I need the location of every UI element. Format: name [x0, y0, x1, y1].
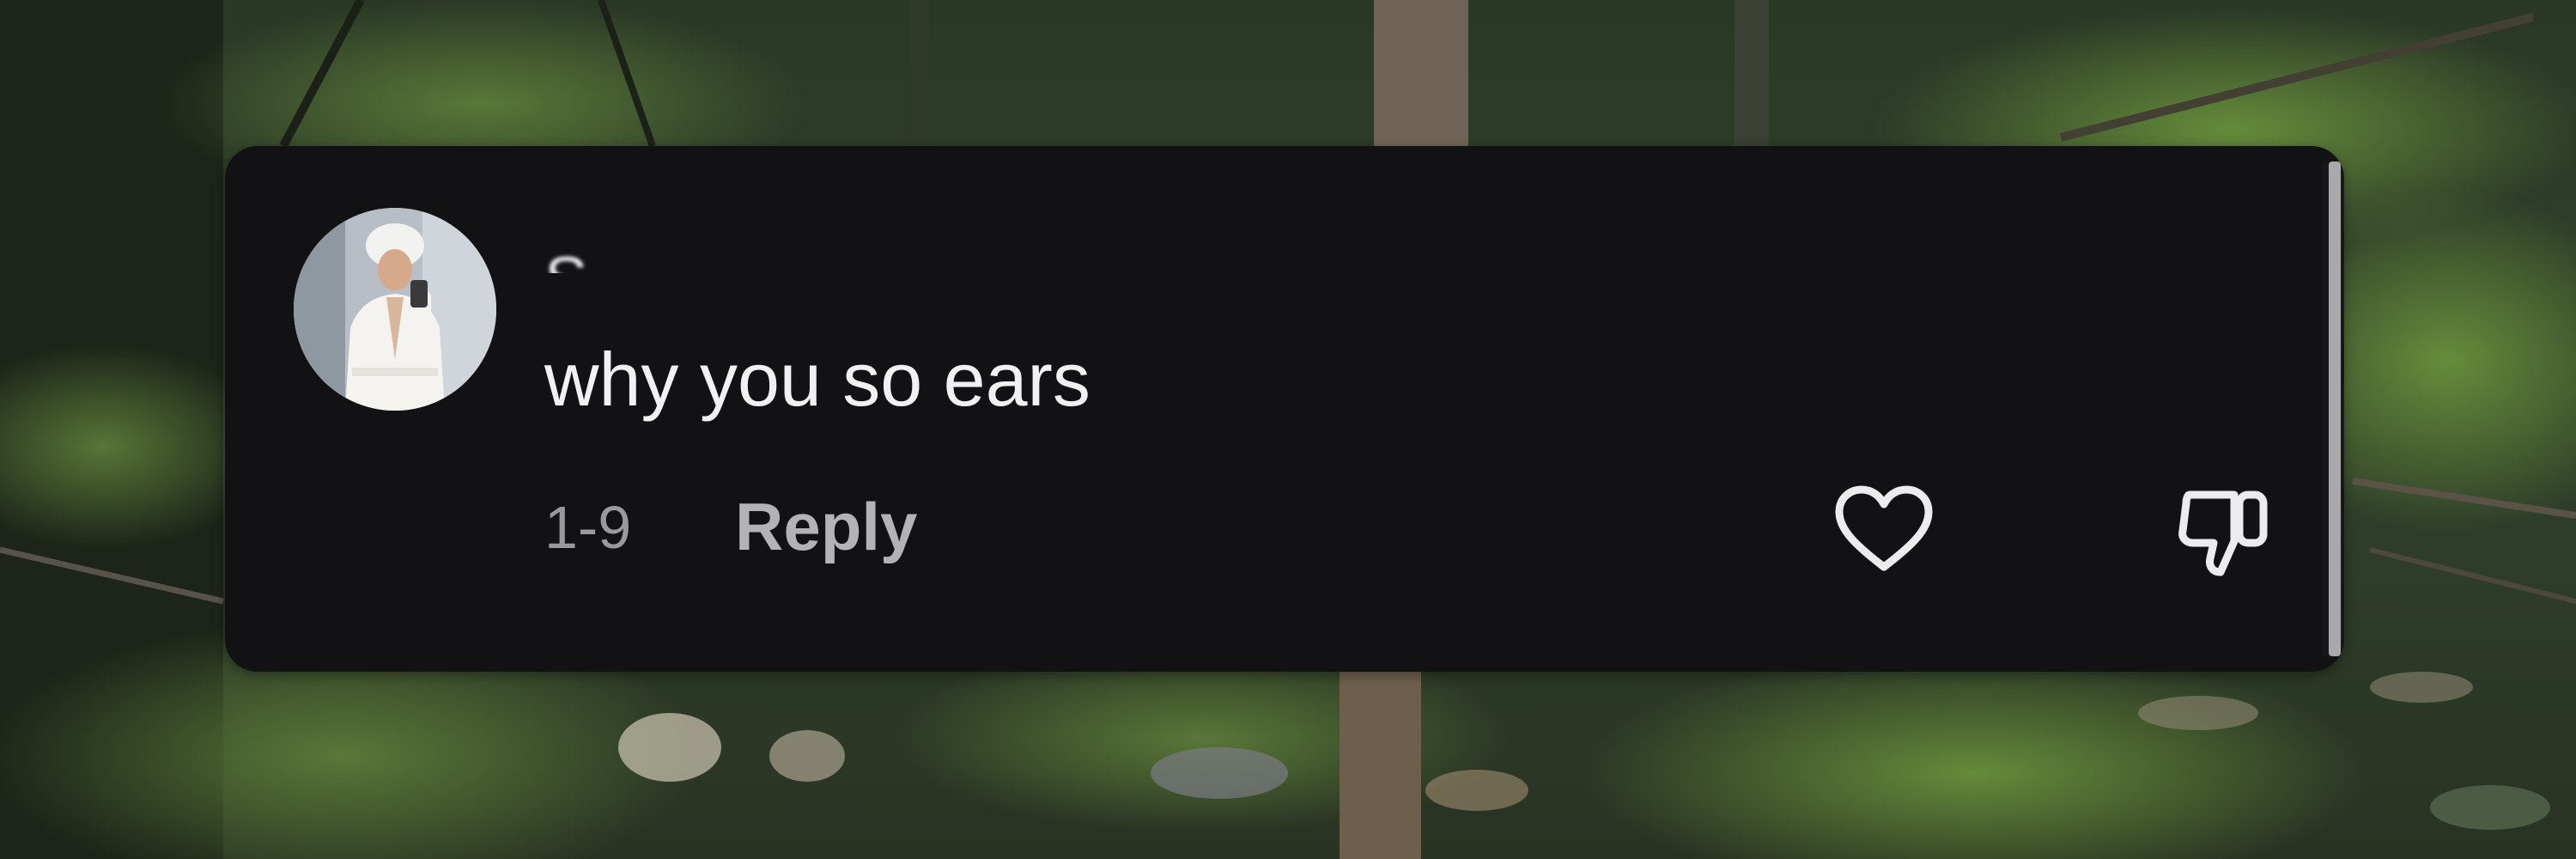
- dislike-button[interactable]: [2172, 483, 2275, 586]
- scrollbar-thumb[interactable]: [2329, 161, 2341, 656]
- like-button[interactable]: [1832, 483, 1935, 577]
- avatar[interactable]: [294, 208, 496, 411]
- username[interactable]: S: [544, 213, 1214, 274]
- comment-timestamp: 1-9: [544, 494, 632, 561]
- heart-outline-icon: [1835, 485, 1933, 571]
- thumbs-down-outline-icon: [2178, 490, 2268, 576]
- username-text: S: [544, 248, 1214, 274]
- comment-card: S why you so ears 1-9 Reply: [225, 146, 2344, 672]
- comment-text: why you so ears: [544, 337, 1091, 422]
- reply-button[interactable]: Reply: [735, 488, 917, 565]
